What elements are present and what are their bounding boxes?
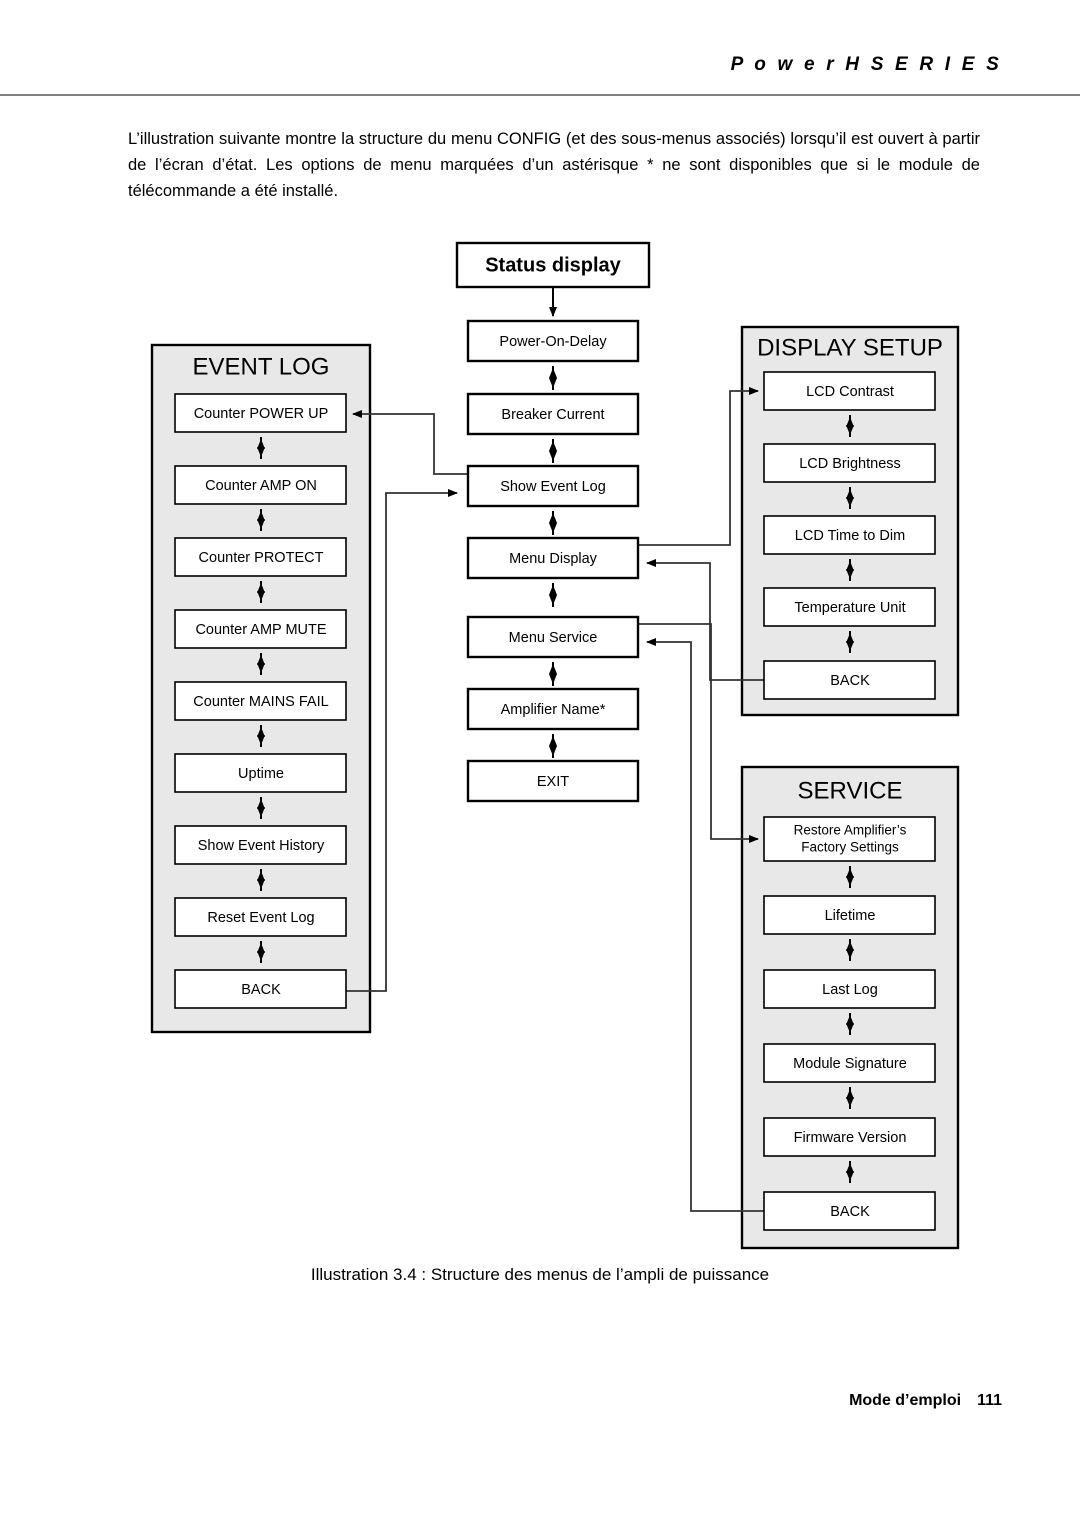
node-restore-factory-settings[interactable]: Restore Amplifier’s Factory Settings — [763, 816, 936, 862]
node-display-setup-back[interactable]: BACK — [763, 660, 936, 700]
node-show-event-history[interactable]: Show Event History — [174, 825, 347, 865]
node-uptime-label: Uptime — [238, 766, 284, 782]
node-power-on-delay-label: Power-On-Delay — [499, 334, 607, 350]
node-firmware-version[interactable]: Firmware Version — [763, 1117, 936, 1157]
node-service-back[interactable]: BACK — [763, 1191, 936, 1231]
node-counter-amp-mute[interactable]: Counter AMP MUTE — [174, 609, 347, 649]
page-footer: Mode d’emploi 111 — [849, 1392, 1002, 1410]
node-counter-amp-mute-label: Counter AMP MUTE — [195, 622, 326, 638]
node-counter-power-up[interactable]: Counter POWER UP — [174, 393, 347, 433]
node-breaker-current-label: Breaker Current — [501, 407, 604, 423]
node-show-event-log-label: Show Event Log — [500, 479, 606, 495]
node-menu-display-label: Menu Display — [509, 551, 598, 567]
intro-paragraph: L’illustration suivante montre la struct… — [128, 130, 980, 200]
node-module-signature-label: Module Signature — [793, 1056, 907, 1072]
node-temperature-unit-label: Temperature Unit — [794, 600, 905, 616]
node-counter-amp-on-label: Counter AMP ON — [205, 478, 317, 494]
node-event-log-back-label: BACK — [241, 982, 281, 998]
node-breaker-current[interactable]: Breaker Current — [466, 392, 640, 436]
node-restore-factory-settings-label-line2: Factory Settings — [801, 840, 899, 855]
footer-label: Mode d’emploi — [849, 1392, 962, 1409]
node-exit-label: EXIT — [537, 774, 569, 790]
node-last-log-label: Last Log — [822, 982, 878, 998]
node-firmware-version-label: Firmware Version — [794, 1130, 907, 1146]
node-restore-factory-settings-label-line1: Restore Amplifier’s — [794, 823, 907, 838]
event-log-panel-title: EVENT LOG — [193, 353, 330, 380]
node-temperature-unit[interactable]: Temperature Unit — [763, 587, 936, 627]
node-lcd-brightness[interactable]: LCD Brightness — [763, 443, 936, 483]
node-counter-mains-fail-label: Counter MAINS FAIL — [193, 694, 328, 710]
node-reset-event-log-label: Reset Event Log — [207, 910, 314, 926]
node-module-signature[interactable]: Module Signature — [763, 1043, 936, 1083]
node-uptime[interactable]: Uptime — [174, 753, 347, 793]
intro-paragraph-block: L’illustration suivante montre la struct… — [128, 126, 980, 204]
node-lifetime[interactable]: Lifetime — [763, 895, 936, 935]
page-header: P o w e r H S E R I E S — [0, 0, 1080, 96]
display-setup-panel-title: DISPLAY SETUP — [757, 334, 943, 361]
menu-structure-diagram: EVENT LOG DISPLAY SETUP SERVICE Status d… — [0, 225, 1080, 1265]
node-counter-protect[interactable]: Counter PROTECT — [174, 537, 347, 577]
node-exit[interactable]: EXIT — [466, 759, 640, 803]
node-power-on-delay[interactable]: Power-On-Delay — [466, 319, 640, 363]
connector-menu-display-to-display-setup — [638, 387, 759, 546]
node-menu-service-label: Menu Service — [509, 630, 598, 646]
service-panel-title: SERVICE — [798, 777, 903, 804]
node-display-setup-back-label: BACK — [830, 673, 870, 689]
node-amplifier-name[interactable]: Amplifier Name* — [466, 687, 640, 731]
node-counter-power-up-label: Counter POWER UP — [194, 406, 329, 422]
node-lcd-contrast[interactable]: LCD Contrast — [763, 371, 936, 411]
figure-caption: Illustration 3.4 : Structure des menus d… — [310, 1265, 770, 1284]
node-show-event-history-label: Show Event History — [198, 838, 325, 854]
connector-menu-service-to-service — [638, 623, 759, 843]
node-status-display[interactable]: Status display — [455, 241, 651, 289]
node-last-log[interactable]: Last Log — [763, 969, 936, 1009]
node-counter-amp-on[interactable]: Counter AMP ON — [174, 465, 347, 505]
node-menu-service[interactable]: Menu Service — [466, 615, 640, 659]
node-service-back-label: BACK — [830, 1204, 870, 1220]
node-show-event-log[interactable]: Show Event Log — [466, 464, 640, 508]
footer-page-number: 111 — [977, 1392, 1002, 1409]
node-counter-mains-fail[interactable]: Counter MAINS FAIL — [174, 681, 347, 721]
node-amplifier-name-label: Amplifier Name* — [501, 702, 606, 718]
node-lcd-time-to-dim[interactable]: LCD Time to Dim — [763, 515, 936, 555]
node-reset-event-log[interactable]: Reset Event Log — [174, 897, 347, 937]
node-lcd-contrast-label: LCD Contrast — [806, 384, 894, 400]
header-divider — [0, 94, 1080, 96]
node-counter-protect-label: Counter PROTECT — [199, 550, 324, 566]
node-menu-display[interactable]: Menu Display — [466, 536, 640, 580]
node-lifetime-label: Lifetime — [825, 908, 876, 924]
node-lcd-time-to-dim-label: LCD Time to Dim — [795, 528, 905, 544]
header-series-title: P o w e r H S E R I E S — [730, 54, 1002, 75]
node-lcd-brightness-label: LCD Brightness — [799, 456, 901, 472]
node-status-display-label: Status display — [485, 254, 621, 276]
node-event-log-back[interactable]: BACK — [174, 969, 347, 1009]
